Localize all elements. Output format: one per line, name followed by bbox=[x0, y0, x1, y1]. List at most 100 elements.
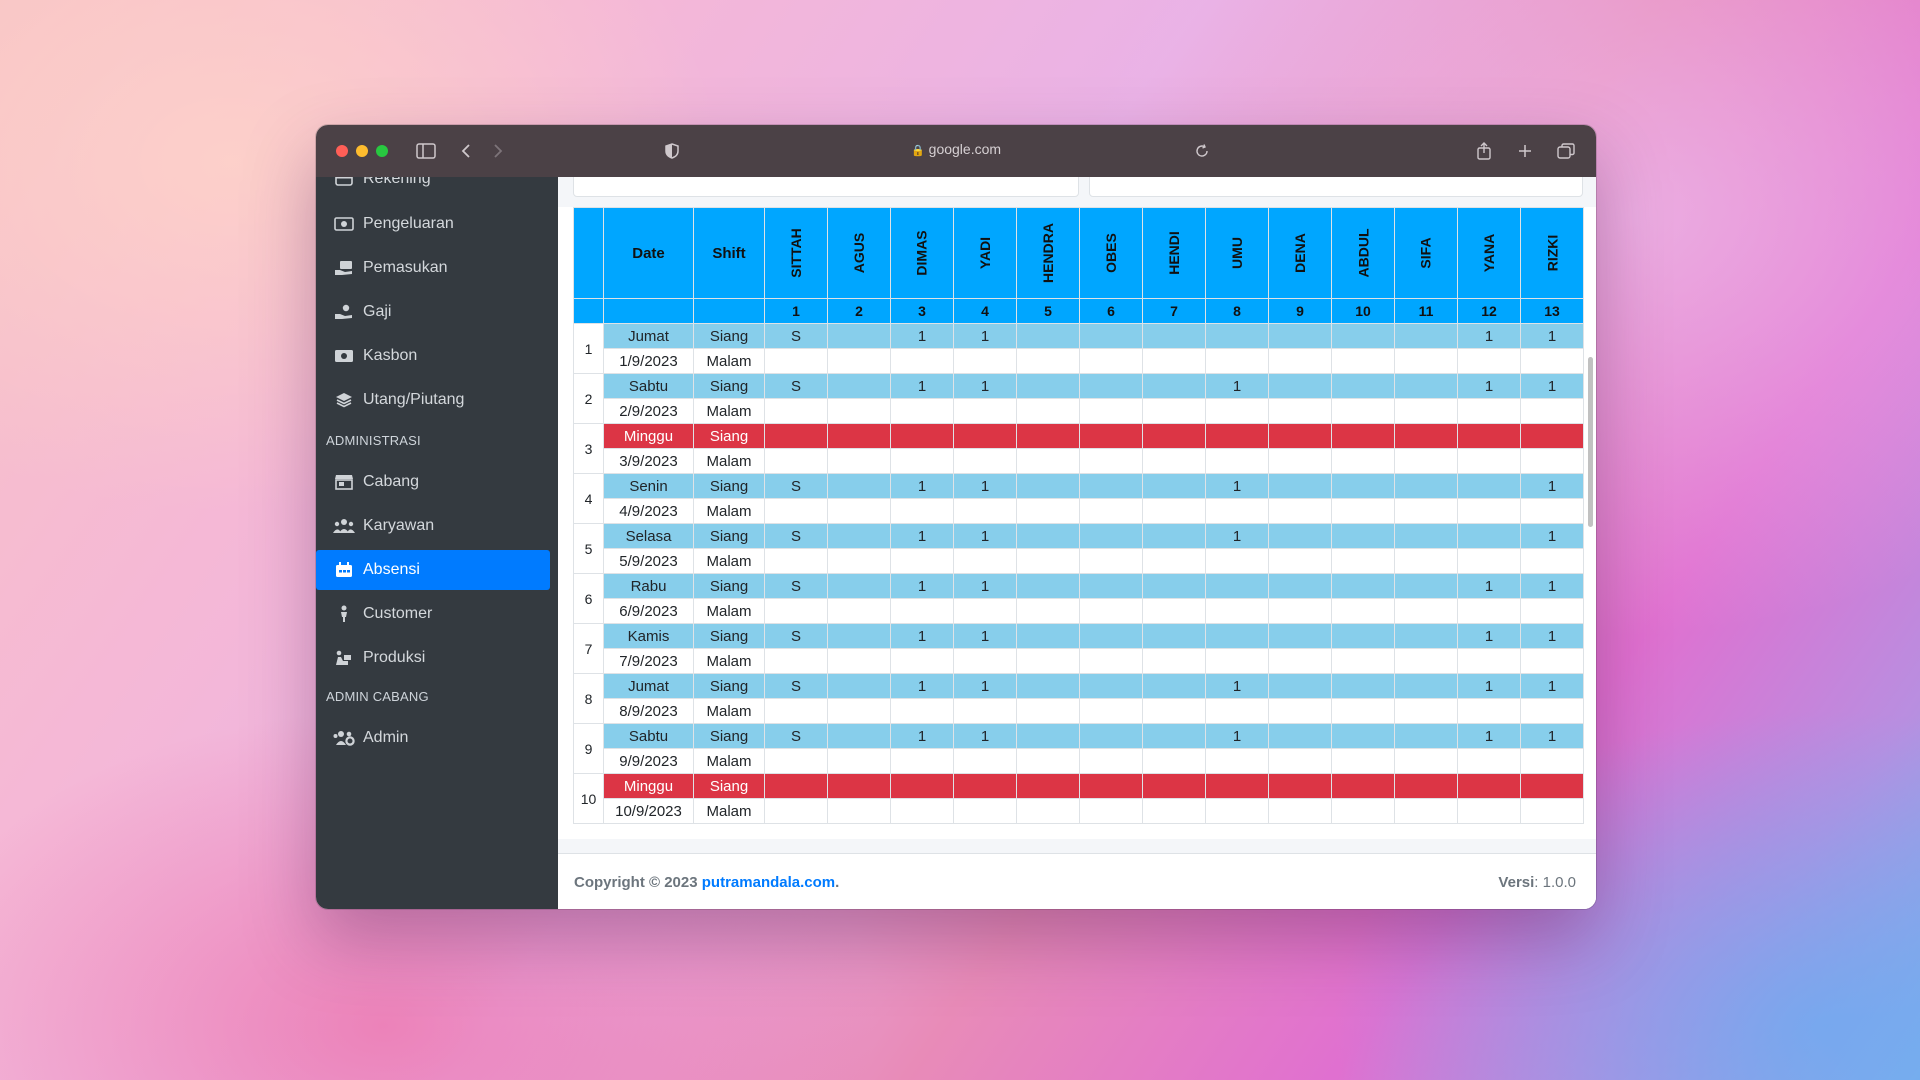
attendance-cell[interactable] bbox=[764, 598, 828, 624]
attendance-cell[interactable]: 1 bbox=[890, 723, 954, 749]
attendance-cell[interactable] bbox=[764, 398, 828, 424]
attendance-cell[interactable] bbox=[1016, 648, 1080, 674]
attendance-cell[interactable] bbox=[1016, 798, 1080, 824]
attendance-cell[interactable]: 1 bbox=[1205, 523, 1269, 549]
attendance-cell[interactable] bbox=[1079, 798, 1143, 824]
attendance-cell[interactable] bbox=[1142, 673, 1206, 699]
attendance-cell[interactable] bbox=[1394, 698, 1458, 724]
attendance-cell[interactable] bbox=[1016, 423, 1080, 449]
attendance-cell[interactable] bbox=[1142, 698, 1206, 724]
attendance-cell[interactable] bbox=[1016, 323, 1080, 349]
tab-overview-icon[interactable] bbox=[1554, 139, 1578, 163]
attendance-cell[interactable] bbox=[1142, 323, 1206, 349]
attendance-cell[interactable] bbox=[1394, 648, 1458, 674]
attendance-cell[interactable]: 1 bbox=[890, 473, 954, 499]
attendance-cell[interactable] bbox=[827, 648, 891, 674]
attendance-cell[interactable] bbox=[827, 698, 891, 724]
table-scrollbar[interactable] bbox=[1588, 357, 1593, 527]
attendance-cell[interactable] bbox=[764, 748, 828, 774]
attendance-cell[interactable]: 1 bbox=[1520, 523, 1584, 549]
attendance-cell[interactable] bbox=[1205, 548, 1269, 574]
attendance-cell[interactable]: 1 bbox=[953, 323, 1017, 349]
attendance-cell[interactable] bbox=[1268, 648, 1332, 674]
attendance-cell[interactable] bbox=[1457, 648, 1521, 674]
sidebar-item-kasbon[interactable]: Kasbon bbox=[316, 336, 552, 376]
attendance-cell[interactable]: 1 bbox=[953, 473, 1017, 499]
attendance-cell[interactable] bbox=[1394, 423, 1458, 449]
attendance-cell[interactable] bbox=[1394, 348, 1458, 374]
attendance-cell[interactable]: 1 bbox=[1457, 373, 1521, 399]
attendance-cell[interactable] bbox=[953, 698, 1017, 724]
sidebar-item-customer[interactable]: Customer bbox=[316, 594, 552, 634]
attendance-cell[interactable] bbox=[1331, 398, 1395, 424]
attendance-cell[interactable] bbox=[1205, 598, 1269, 624]
attendance-cell[interactable] bbox=[827, 623, 891, 649]
attendance-cell[interactable] bbox=[1142, 548, 1206, 574]
attendance-cell[interactable]: 1 bbox=[890, 373, 954, 399]
attendance-cell[interactable] bbox=[1142, 573, 1206, 599]
attendance-cell[interactable] bbox=[1520, 498, 1584, 524]
attendance-cell[interactable] bbox=[1268, 423, 1332, 449]
attendance-cell[interactable] bbox=[1394, 798, 1458, 824]
attendance-cell[interactable]: 1 bbox=[1520, 573, 1584, 599]
sidebar-item-absensi[interactable]: Absensi bbox=[316, 550, 550, 590]
attendance-cell[interactable]: 1 bbox=[890, 323, 954, 349]
attendance-cell[interactable] bbox=[1394, 723, 1458, 749]
address-bar[interactable]: 🔒 google.com bbox=[316, 141, 1596, 157]
attendance-cell[interactable] bbox=[1079, 698, 1143, 724]
attendance-cell[interactable]: 1 bbox=[1457, 573, 1521, 599]
attendance-cell[interactable] bbox=[764, 348, 828, 374]
attendance-cell[interactable] bbox=[1142, 423, 1206, 449]
attendance-cell[interactable] bbox=[1268, 373, 1332, 399]
attendance-cell[interactable]: S bbox=[764, 723, 828, 749]
attendance-cell[interactable] bbox=[1331, 698, 1395, 724]
attendance-cell[interactable] bbox=[1079, 498, 1143, 524]
attendance-cell[interactable] bbox=[890, 348, 954, 374]
attendance-cell[interactable] bbox=[827, 798, 891, 824]
attendance-cell[interactable] bbox=[953, 598, 1017, 624]
attendance-cell[interactable]: 1 bbox=[1457, 673, 1521, 699]
attendance-cell[interactable] bbox=[1520, 648, 1584, 674]
attendance-cell[interactable] bbox=[953, 798, 1017, 824]
attendance-cell[interactable] bbox=[890, 798, 954, 824]
attendance-cell[interactable]: 1 bbox=[1520, 473, 1584, 499]
attendance-cell[interactable] bbox=[1520, 748, 1584, 774]
attendance-cell[interactable] bbox=[764, 698, 828, 724]
attendance-cell[interactable] bbox=[1142, 398, 1206, 424]
attendance-cell[interactable]: 1 bbox=[953, 523, 1017, 549]
attendance-cell[interactable] bbox=[1331, 548, 1395, 574]
attendance-cell[interactable] bbox=[953, 498, 1017, 524]
attendance-cell[interactable]: 1 bbox=[953, 723, 1017, 749]
attendance-cell[interactable]: 1 bbox=[1205, 473, 1269, 499]
attendance-cell[interactable] bbox=[1016, 473, 1080, 499]
attendance-cell[interactable]: 1 bbox=[1457, 723, 1521, 749]
attendance-cell[interactable] bbox=[1331, 373, 1395, 399]
attendance-cell[interactable] bbox=[827, 323, 891, 349]
attendance-cell[interactable] bbox=[1016, 498, 1080, 524]
attendance-cell[interactable] bbox=[1394, 498, 1458, 524]
attendance-cell[interactable] bbox=[1205, 648, 1269, 674]
attendance-cell[interactable] bbox=[1457, 748, 1521, 774]
attendance-cell[interactable]: S bbox=[764, 323, 828, 349]
attendance-cell[interactable] bbox=[1268, 498, 1332, 524]
attendance-cell[interactable] bbox=[1079, 748, 1143, 774]
attendance-cell[interactable] bbox=[1142, 648, 1206, 674]
site-link[interactable]: putramandala.com bbox=[702, 874, 835, 891]
attendance-cell[interactable] bbox=[827, 498, 891, 524]
attendance-cell[interactable]: S bbox=[764, 473, 828, 499]
attendance-cell[interactable] bbox=[890, 773, 954, 799]
attendance-cell[interactable] bbox=[1205, 698, 1269, 724]
attendance-cell[interactable] bbox=[1331, 448, 1395, 474]
attendance-cell[interactable] bbox=[1205, 448, 1269, 474]
attendance-cell[interactable] bbox=[764, 548, 828, 574]
attendance-cell[interactable] bbox=[1520, 698, 1584, 724]
attendance-cell[interactable] bbox=[1016, 623, 1080, 649]
attendance-cell[interactable] bbox=[890, 423, 954, 449]
attendance-cell[interactable] bbox=[1457, 798, 1521, 824]
sidebar-item-pemasukan[interactable]: Pemasukan bbox=[316, 248, 552, 288]
attendance-cell[interactable] bbox=[1079, 348, 1143, 374]
attendance-cell[interactable]: S bbox=[764, 573, 828, 599]
attendance-cell[interactable] bbox=[1268, 523, 1332, 549]
attendance-cell[interactable]: 1 bbox=[890, 673, 954, 699]
attendance-cell[interactable]: 1 bbox=[953, 673, 1017, 699]
